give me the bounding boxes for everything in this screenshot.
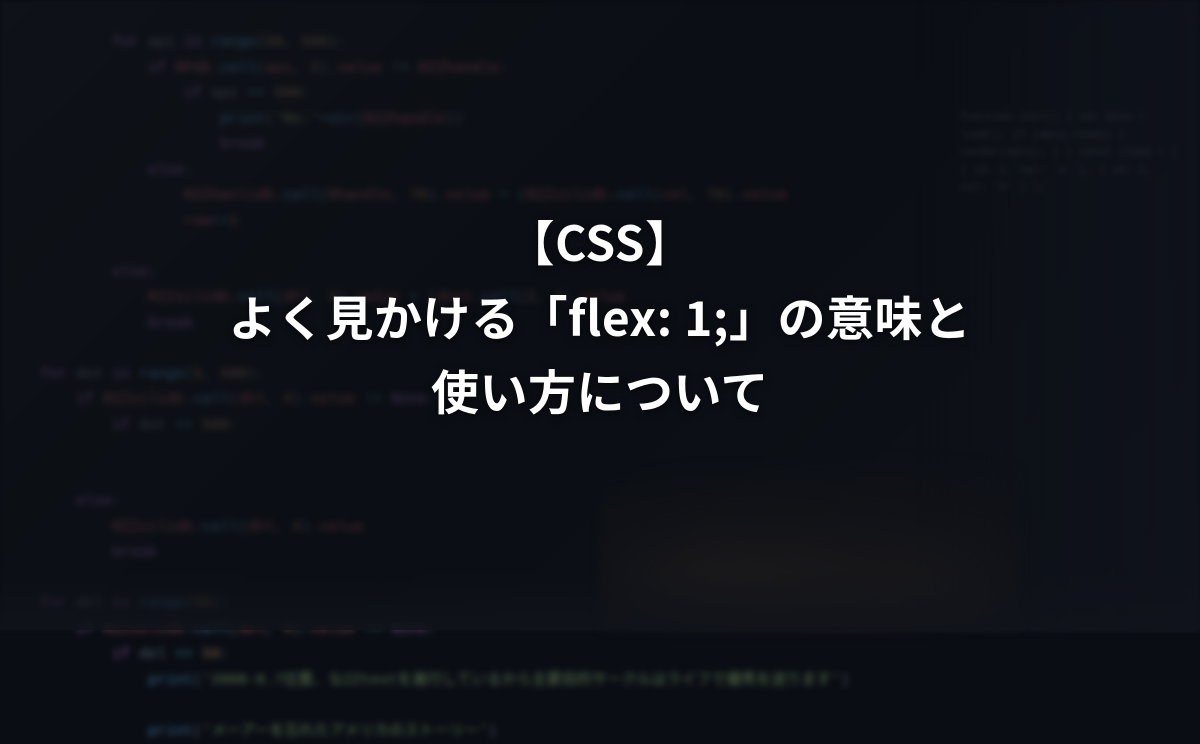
title-line-2: よく見かける「flex: 1;」の意味と xyxy=(229,278,972,352)
title-line-3: 使い方について xyxy=(431,352,769,426)
title-container: 【CSS】 よく見かける「flex: 1;」の意味と 使い方について xyxy=(0,0,1200,630)
title-line-1: 【CSS】 xyxy=(507,203,694,277)
